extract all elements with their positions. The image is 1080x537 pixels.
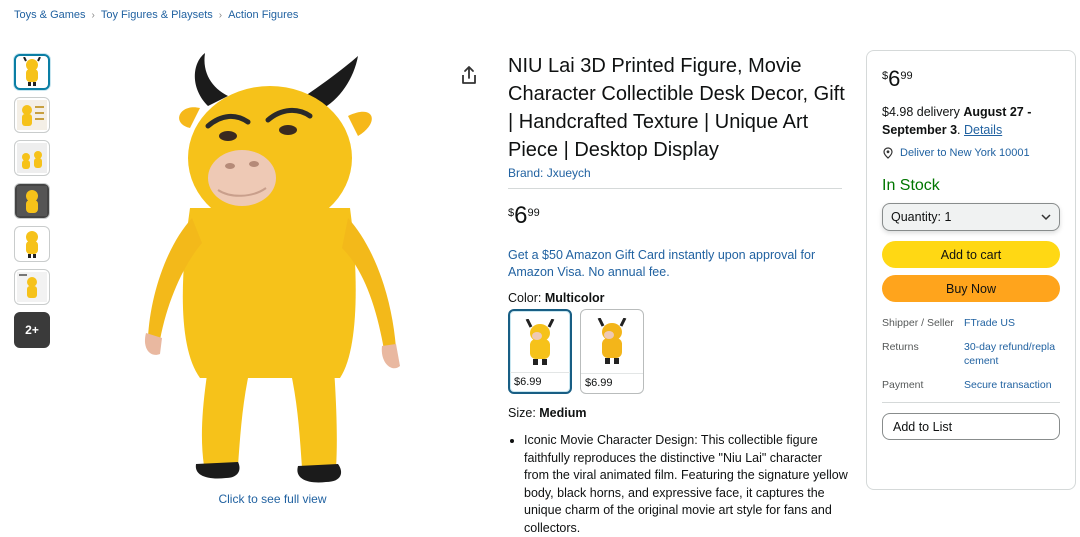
thumbnail-3[interactable]	[14, 140, 50, 176]
deliver-to-text: Deliver to New York 10001	[900, 147, 1030, 159]
more-count: 2+	[25, 323, 39, 337]
add-to-list-button[interactable]: Add to List	[882, 413, 1060, 440]
product-price: $ 6 99	[508, 203, 848, 229]
color-swatches: $6.99 $6.99	[508, 309, 848, 394]
product-details: NIU Lai 3D Printed Figure, Movie Charact…	[508, 52, 848, 537]
add-to-cart-button[interactable]: Add to cart	[882, 241, 1060, 268]
breadcrumb-toy-figures[interactable]: Toy Figures & Playsets	[101, 9, 213, 21]
feature-bullet: Iconic Movie Character Design: This coll…	[524, 432, 848, 537]
thumbnail-2[interactable]	[14, 97, 50, 133]
swatch-price: $6.99	[581, 373, 643, 393]
brand-link[interactable]: Brand: Jxueych	[508, 166, 848, 180]
stock-status: In Stock	[882, 177, 940, 194]
color-swatch-2[interactable]: $6.99	[580, 309, 644, 394]
breadcrumb-toys-games[interactable]: Toys & Games	[14, 9, 86, 21]
thumbnail-5[interactable]	[14, 226, 50, 262]
figure-thumbnail-icon	[17, 272, 47, 302]
returns-label: Returns	[882, 341, 919, 353]
chevron-right-icon: ›	[91, 9, 95, 21]
payment-label: Payment	[882, 379, 924, 391]
breadcrumb: Toys & Games › Toy Figures & Playsets › …	[14, 9, 298, 21]
price-whole: 6	[514, 202, 528, 229]
thumbnail-4[interactable]	[14, 183, 50, 219]
see-full-view-link[interactable]: Click to see full view	[130, 492, 415, 506]
divider	[882, 402, 1060, 403]
location-pin-icon	[883, 147, 893, 159]
figure-thumbnail-icon	[26, 231, 38, 258]
swatch-price: $6.99	[510, 372, 570, 392]
size-label-text: Size:	[508, 406, 540, 420]
thumbnail-6[interactable]	[14, 269, 50, 305]
size-label: Size: Medium	[508, 406, 848, 420]
quantity-select[interactable]: Quantity: 1	[882, 203, 1060, 231]
figure-thumbnail-icon	[17, 143, 47, 173]
chevron-down-icon	[1041, 214, 1051, 221]
figure-thumbnail-icon	[17, 186, 47, 216]
buybox-price: $ 6 99	[882, 67, 1060, 91]
thumbnail-list: 2+	[14, 54, 50, 355]
color-label: Color: Multicolor	[508, 291, 848, 305]
info-row-returns: Returns 30-day refund/replacement	[882, 340, 1060, 368]
shipper-link[interactable]: FTrade US	[964, 316, 1060, 330]
figure-thumbnail-icon	[17, 100, 47, 130]
seller-info: Shipper / Seller FTrade US Returns 30-da…	[882, 316, 1060, 392]
chevron-right-icon: ›	[218, 9, 223, 21]
figure-thumbnail-icon	[23, 57, 41, 86]
price-whole: 6	[888, 66, 901, 91]
delivery-fee: $4.98 delivery	[882, 105, 964, 119]
breadcrumb-action-figures[interactable]: Action Figures	[228, 9, 298, 21]
figure-swatch-icon	[597, 318, 627, 364]
share-icon[interactable]	[458, 64, 480, 86]
thumbnail-1[interactable]	[14, 54, 50, 90]
deliver-to-link[interactable]: Deliver to New York 10001	[882, 147, 1060, 159]
quantity-value: Quantity: 1	[891, 210, 952, 224]
shipper-label: Shipper / Seller	[882, 317, 954, 329]
size-value: Medium	[539, 406, 587, 420]
color-value: Multicolor	[544, 291, 605, 305]
divider	[508, 188, 842, 189]
info-row-shipper: Shipper / Seller FTrade US	[882, 316, 1060, 330]
thumbnail-more[interactable]: 2+	[14, 312, 50, 348]
color-swatch-1[interactable]: $6.99	[508, 309, 572, 394]
product-title: NIU Lai 3D Printed Figure, Movie Charact…	[508, 55, 845, 161]
main-product-image[interactable]	[130, 48, 420, 490]
gift-card-promo-link[interactable]: Get a $50 Amazon Gift Card instantly upo…	[508, 247, 828, 281]
feature-bullets: Iconic Movie Character Design: This coll…	[508, 432, 848, 537]
figure-swatch-icon	[525, 319, 555, 365]
delivery-info: $4.98 delivery August 27 - September 3. …	[882, 103, 1060, 139]
delivery-suffix: .	[957, 123, 964, 137]
returns-link[interactable]: 30-day refund/replacement	[964, 340, 1060, 368]
info-row-payment: Payment Secure transaction	[882, 378, 1060, 392]
buy-box: $ 6 99 $4.98 delivery August 27 - Septem…	[866, 50, 1076, 490]
payment-link[interactable]: Secure transaction	[964, 378, 1060, 392]
buy-now-button[interactable]: Buy Now	[882, 275, 1060, 302]
price-fraction: 99	[900, 70, 913, 82]
delivery-details-link[interactable]: Details	[964, 123, 1002, 137]
price-fraction: 99	[527, 207, 540, 219]
color-label-text: Color:	[508, 291, 545, 305]
